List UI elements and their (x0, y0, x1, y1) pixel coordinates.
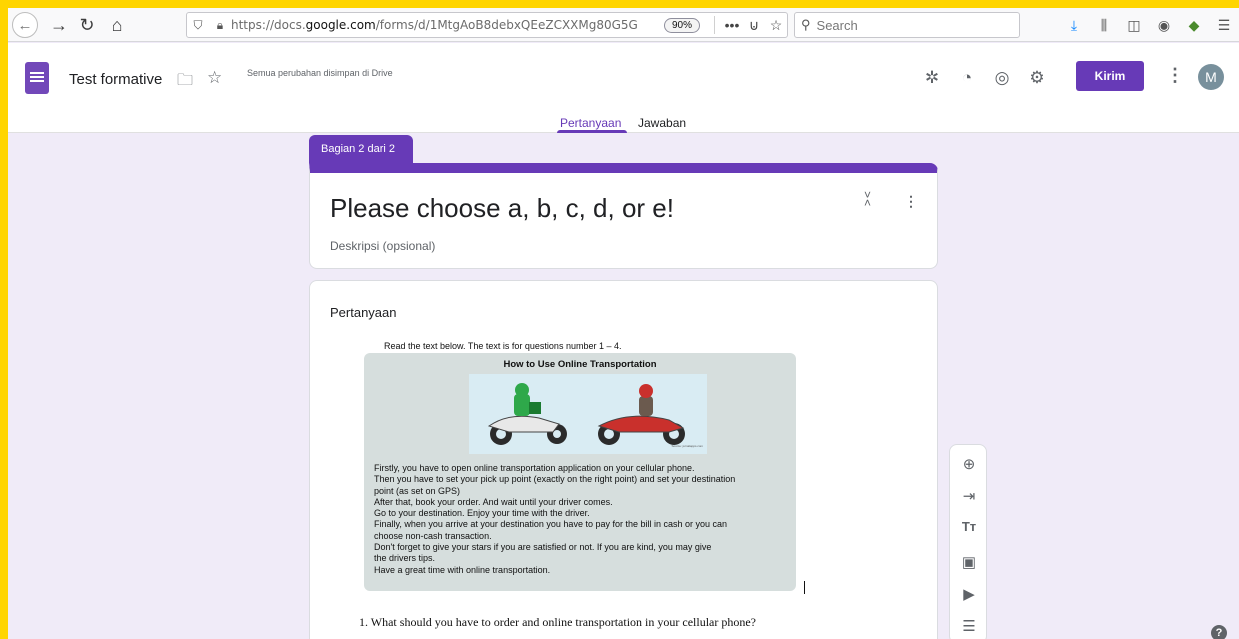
reading-line: choose non-cash transaction. (374, 530, 492, 541)
download-icon[interactable]: ⤓ (1059, 17, 1089, 34)
reading-intro: Read the text below. The text is for que… (384, 341, 622, 351)
preview-eye-icon[interactable]: ◎ (990, 66, 1014, 90)
pocket-icon[interactable]: ⊍ (743, 17, 765, 34)
more-options-icon[interactable]: ⋮ (1166, 65, 1184, 86)
palette-icon[interactable]: ◔ (955, 66, 979, 90)
reading-line: Finally, when you arrive at your destina… (374, 519, 728, 530)
star-icon[interactable]: ☆ (207, 68, 222, 88)
collapse-icon[interactable]: ˅ ˄ (864, 189, 871, 209)
url-text[interactable]: https://docs.google.com/forms/d/1MtgAoB8… (231, 18, 664, 32)
reload-icon[interactable]: ↻ (74, 12, 100, 38)
tab-questions[interactable]: Pertanyaan (560, 116, 621, 130)
add-image-icon[interactable]: ▣ (950, 553, 988, 571)
add-section-icon[interactable]: ☰ (950, 617, 988, 635)
reading-line: Don't forget to give your stars if you a… (374, 542, 712, 553)
section-more-icon[interactable]: ⋮ (904, 193, 918, 210)
lock-icon[interactable]: 🔒︎ (209, 18, 231, 33)
back-icon[interactable]: ← (12, 12, 38, 38)
add-question-icon[interactable]: ⊕ (950, 455, 988, 473)
bookmark-star-icon[interactable]: ☆ (765, 17, 787, 34)
tracking-shield-icon[interactable]: ⛉ (187, 18, 209, 33)
send-button[interactable]: Kirim (1076, 61, 1144, 91)
question-card[interactable]: Pertanyaan Read the text below. The text… (309, 280, 938, 639)
reading-line: the drivers tips. (374, 553, 436, 564)
avatar[interactable]: M (1198, 64, 1224, 90)
section-description[interactable]: Deskripsi (opsional) (330, 239, 435, 253)
help-icon[interactable]: ? (1211, 625, 1227, 639)
zoom-level[interactable]: 90% (663, 17, 700, 33)
browser-window: ← → ↻ ⌂ ⛉ 🔒︎ https://docs.google.com/for… (8, 8, 1239, 639)
reading-line: Firstly, you have to open online transpo… (374, 463, 695, 473)
page-actions-icon[interactable]: ••• (721, 17, 743, 33)
tab-responses[interactable]: Jawaban (638, 116, 686, 130)
search-input[interactable]: ⚲ Search (794, 12, 1020, 38)
forms-logo-icon[interactable] (25, 62, 49, 94)
text-cursor (804, 581, 805, 594)
url-bar[interactable]: ⛉ 🔒︎ https://docs.google.com/forms/d/1Mt… (186, 12, 788, 38)
question-toolbar: ⊕ ⇥ Tᴛ ▣ ▶ ☰ (949, 444, 987, 639)
search-placeholder: Search (816, 17, 858, 33)
browser-toolbar: ← → ↻ ⌂ ⛉ 🔒︎ https://docs.google.com/for… (8, 8, 1239, 42)
divider (714, 16, 715, 34)
settings-gear-icon[interactable]: ⚙ (1025, 66, 1049, 90)
sidebar-icon[interactable]: ◫ (1119, 17, 1149, 34)
reading-line: Then you have to set your pick up point … (374, 474, 736, 485)
reading-line: Have a great time with online transporta… (374, 564, 551, 575)
section-tag: Bagian 2 dari 2 (309, 135, 413, 163)
account-icon[interactable]: ◉ (1149, 17, 1179, 34)
section-title-card[interactable]: Please choose a, b, c, d, or e! Deskrips… (309, 163, 938, 269)
active-tab-indicator (557, 130, 627, 133)
menu-icon[interactable]: ☰ (1209, 17, 1239, 34)
reading-line: point (as set on GPS) (374, 485, 461, 496)
section-title[interactable]: Please choose a, b, c, d, or e! (330, 193, 674, 224)
image-source: Source: jurnalapps.com (671, 443, 703, 448)
add-title-icon[interactable]: Tᴛ (950, 519, 988, 534)
reading-line: After that, book your order. And wait un… (374, 496, 613, 507)
addons-icon[interactable]: ✲ (920, 66, 944, 90)
add-video-icon[interactable]: ▶ (950, 585, 988, 603)
reading-text-image: How to Use Online Transportation Source:… (364, 353, 796, 591)
question-label[interactable]: Pertanyaan (330, 305, 397, 320)
form-tabs: Pertanyaan Jawaban (8, 113, 1239, 133)
search-icon: ⚲ (801, 17, 811, 32)
extension-icon[interactable]: ◆ (1179, 17, 1209, 34)
question-1-text: 1. What should you have to order and onl… (359, 615, 757, 629)
import-questions-icon[interactable]: ⇥ (950, 487, 988, 505)
folder-icon[interactable]: 🗀︎ (177, 69, 193, 96)
save-status: Semua perubahan disimpan di Drive (247, 68, 393, 78)
reading-body: Firstly, you have to open online transpo… (374, 463, 792, 576)
library-icon[interactable]: ⫼ (1089, 17, 1119, 34)
form-title[interactable]: Test formative (69, 71, 162, 88)
forms-header: Test formative 🗀︎ ☆ Semua perubahan disi… (8, 43, 1239, 133)
motorcycles-illustration: Source: jurnalapps.com (469, 374, 707, 454)
browser-tools: ⤓ ⫼ ◫ ◉ ◆ ☰ (1059, 12, 1239, 38)
reading-line: Go to your destination. Enjoy your time … (374, 508, 590, 519)
home-icon[interactable]: ⌂ (104, 12, 130, 38)
reading-title: How to Use Online Transportation (503, 359, 657, 370)
forward-icon[interactable]: → (46, 12, 72, 38)
